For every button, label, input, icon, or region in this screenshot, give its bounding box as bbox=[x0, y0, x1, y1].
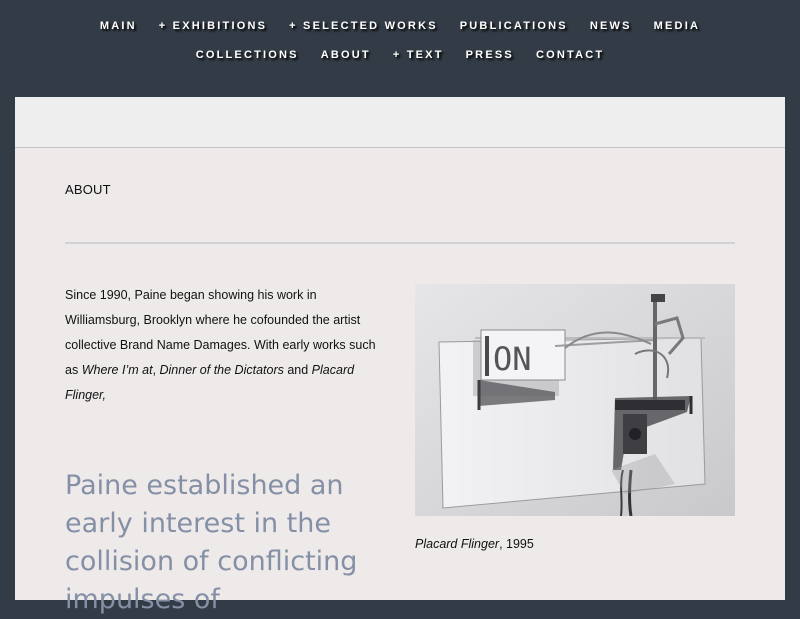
work-title-where-im-at: Where I’m at bbox=[81, 363, 153, 377]
intro-paragraph: Since 1990, Paine began showing his work… bbox=[65, 283, 385, 408]
placard-sign-text: ON bbox=[493, 340, 532, 378]
nav-item-news[interactable]: NEWS bbox=[590, 19, 632, 33]
panel-header-band bbox=[15, 97, 785, 148]
nav-item-media[interactable]: MEDIA bbox=[654, 19, 700, 33]
intro-separator: , bbox=[152, 363, 160, 377]
nav-item-about[interactable]: ABOUT bbox=[321, 48, 371, 62]
artwork-caption: Placard Flinger, 1995 bbox=[415, 537, 534, 551]
caption-title: Placard Flinger bbox=[415, 537, 500, 551]
nav-item-publications[interactable]: PUBLICATIONS bbox=[460, 19, 568, 33]
intro-separator: and bbox=[283, 363, 312, 377]
nav-row-1: MAIN + EXHIBITIONS + SELECTED WORKS PUBL… bbox=[0, 19, 800, 33]
work-title-dinner-of-the-dictators: Dinner of the Dictators bbox=[159, 363, 284, 377]
nav-row-2: COLLECTIONS ABOUT + TEXT PRESS CONTACT bbox=[0, 48, 800, 62]
nav-item-contact[interactable]: CONTACT bbox=[536, 48, 604, 62]
artwork-image: ON bbox=[415, 284, 735, 516]
nav-item-selected-works[interactable]: + SELECTED WORKS bbox=[289, 19, 438, 33]
page-title: ABOUT bbox=[65, 182, 111, 197]
content-panel: ABOUT Since 1990, Paine began showing hi… bbox=[15, 97, 785, 615]
nav-item-collections[interactable]: COLLECTIONS bbox=[196, 48, 299, 62]
nav-item-press[interactable]: PRESS bbox=[466, 48, 514, 62]
nav-item-text[interactable]: + TEXT bbox=[393, 48, 444, 62]
caption-year: , 1995 bbox=[499, 537, 534, 551]
nav-item-main[interactable]: MAIN bbox=[100, 19, 137, 33]
main-navigation: MAIN + EXHIBITIONS + SELECTED WORKS PUBL… bbox=[0, 0, 800, 97]
pull-quote: Paine established an early interest in t… bbox=[65, 470, 358, 615]
title-divider bbox=[65, 242, 735, 244]
artwork-illustration: ON bbox=[415, 284, 735, 516]
nav-item-exhibitions[interactable]: + EXHIBITIONS bbox=[159, 19, 267, 33]
